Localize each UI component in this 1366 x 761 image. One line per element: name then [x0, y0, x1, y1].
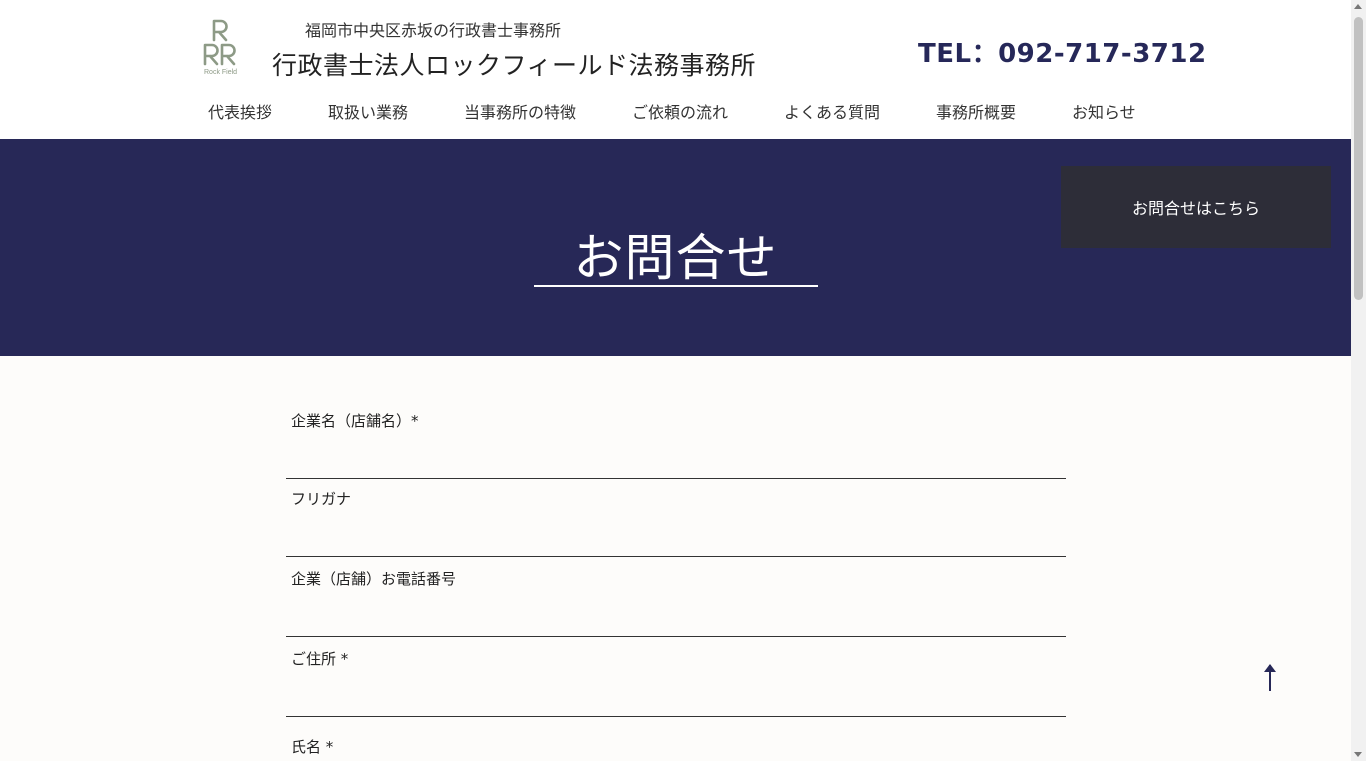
furigana-input[interactable]	[286, 523, 1066, 557]
site-header: Rock Field 福岡市中央区赤坂の行政書士事務所 行政書士法人ロックフィー…	[0, 0, 1351, 139]
phone-number[interactable]: TEL：092-717-3712	[918, 33, 1207, 70]
nav-item-flow[interactable]: ご依頼の流れ	[632, 99, 728, 123]
title-underline	[534, 285, 818, 287]
nav-item-greeting[interactable]: 代表挨拶	[208, 99, 272, 123]
hero-banner: お問合せ お問合せはこちら	[0, 139, 1351, 356]
site-tagline: 福岡市中央区赤坂の行政書士事務所	[305, 21, 562, 40]
company-phone-input[interactable]	[286, 603, 1066, 637]
company-name-label: 企業名（店舗名）*	[291, 412, 419, 430]
scroll-down-icon[interactable]	[1354, 752, 1362, 757]
rock-field-logo-icon[interactable]: Rock Field	[200, 18, 242, 80]
furigana-label: フリガナ	[291, 490, 352, 508]
nav-item-services[interactable]: 取扱い業務	[328, 99, 408, 123]
company-name-input[interactable]	[286, 445, 1066, 479]
logo-text: Rock Field	[204, 69, 238, 76]
back-to-top-button[interactable]	[1250, 655, 1290, 699]
scroll-thumb[interactable]	[1354, 17, 1363, 300]
address-label: ご住所 *	[291, 650, 349, 668]
name-label: 氏名 *	[291, 738, 334, 756]
arrow-up-icon	[1264, 664, 1276, 691]
contact-cta-label: お問合せはこちら	[1131, 199, 1260, 218]
scroll-up-icon[interactable]	[1354, 4, 1362, 9]
address-input[interactable]	[286, 683, 1066, 717]
page: Rock Field 福岡市中央区赤坂の行政書士事務所 行政書士法人ロックフィー…	[0, 0, 1366, 761]
company-phone-label: 企業（店舗）お電話番号	[291, 570, 457, 588]
nav-item-office[interactable]: 事務所概要	[936, 99, 1016, 123]
nav-item-news[interactable]: お知らせ	[1072, 99, 1136, 123]
page-scrollbar[interactable]	[1351, 0, 1366, 761]
nav-item-features[interactable]: 当事務所の特徴	[464, 99, 576, 123]
nav-item-faq[interactable]: よくある質問	[784, 99, 880, 123]
site-title[interactable]: 行政書士法人ロックフィールド法務事務所	[272, 46, 756, 82]
contact-cta-button[interactable]: お問合せはこちら	[1061, 166, 1331, 248]
